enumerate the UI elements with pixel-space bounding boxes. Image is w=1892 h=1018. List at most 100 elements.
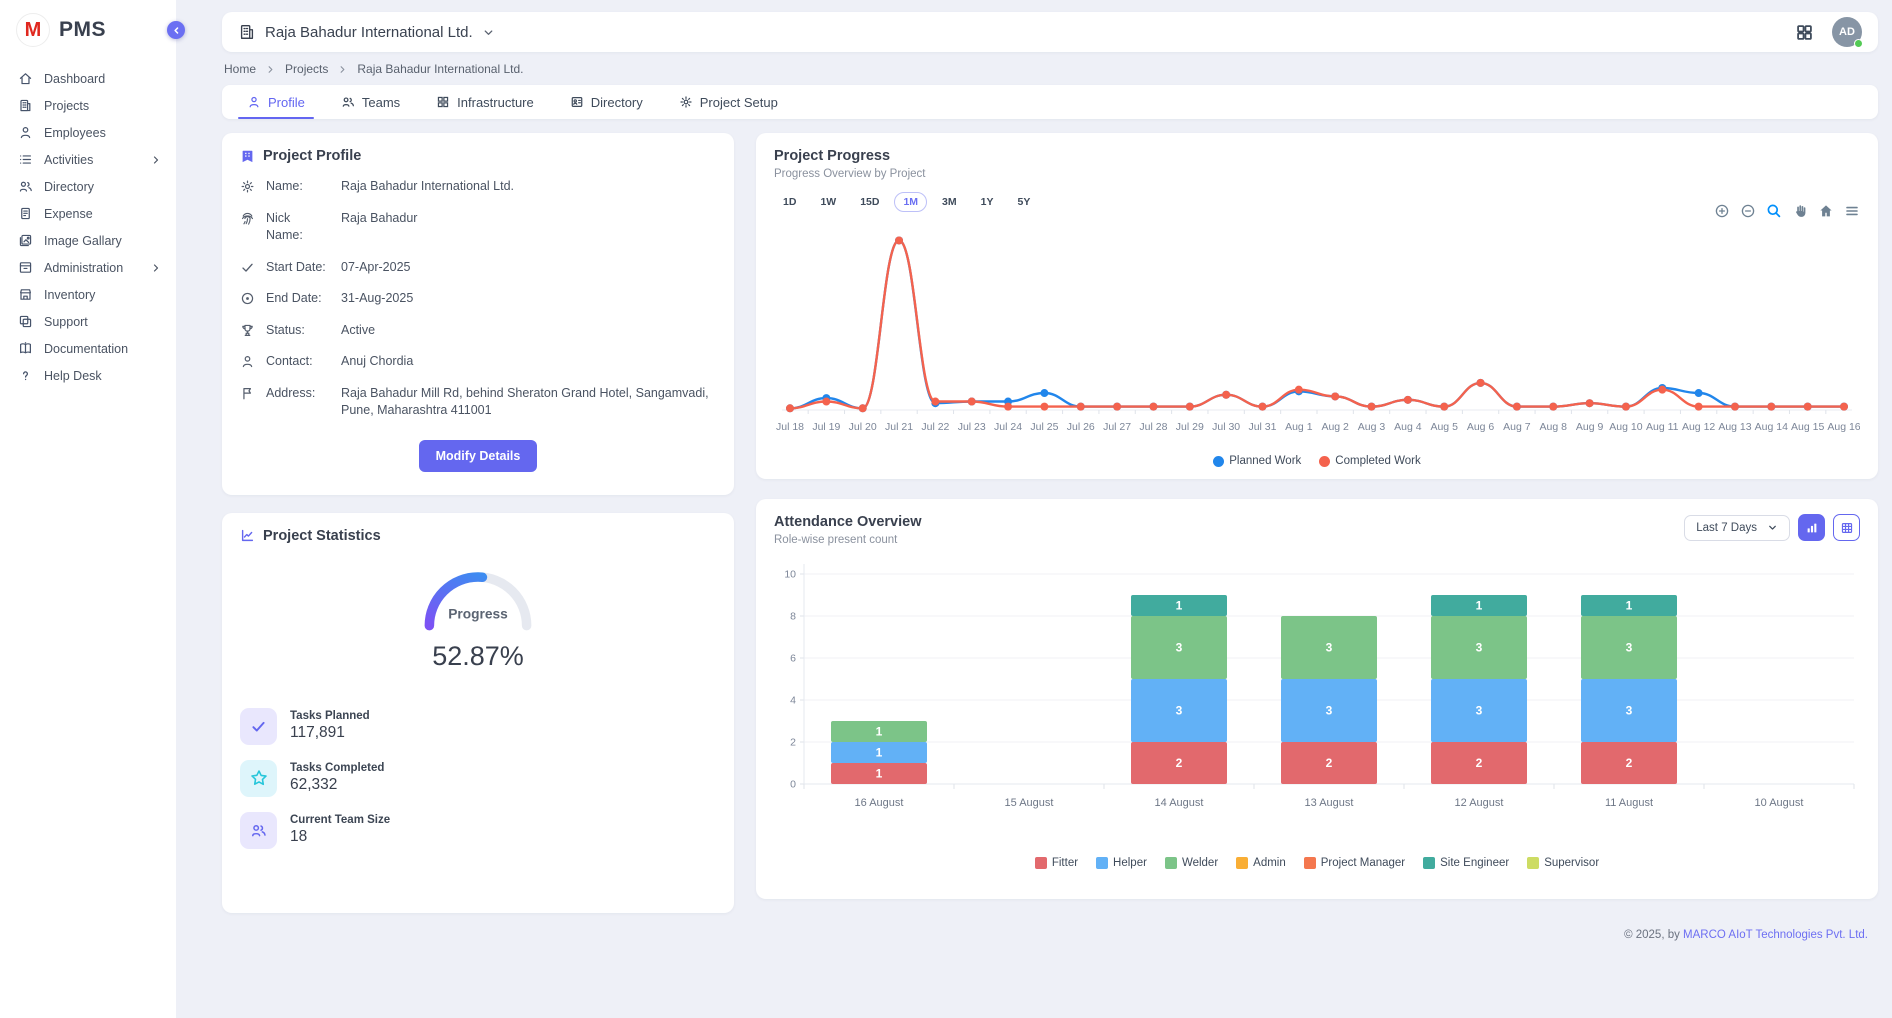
legend-item[interactable]: Project Manager <box>1304 857 1405 869</box>
sidebar-item-documentation[interactable]: Documentation <box>0 335 176 362</box>
svg-text:Jul 25: Jul 25 <box>1030 421 1058 433</box>
breadcrumb-projects[interactable]: Projects <box>285 62 328 76</box>
person-icon <box>247 95 261 109</box>
legend-item[interactable]: Planned Work <box>1213 455 1301 467</box>
svg-text:13 August: 13 August <box>1305 797 1354 809</box>
sidebar-item-label: Documentation <box>44 342 128 356</box>
field-label: Nick Name: <box>266 210 330 245</box>
svg-text:Aug 12: Aug 12 <box>1682 421 1715 433</box>
legend-item[interactable]: Supervisor <box>1527 857 1599 869</box>
profile-field-contact: Contact: Anuj Chordia <box>240 353 716 371</box>
sidebar-collapse-button[interactable] <box>167 21 185 39</box>
sidebar-item-directory[interactable]: Directory <box>0 173 176 200</box>
main-area: Raja Bahadur International Ltd. AD Home … <box>176 0 1892 1018</box>
sidebar-item-label: Directory <box>44 180 94 194</box>
flag-icon <box>240 386 255 401</box>
chevron-left-icon <box>171 25 182 36</box>
attendance-bar-chart[interactable]: 024681011116 August15 August233114 Augus… <box>774 552 1860 853</box>
legend-item[interactable]: Fitter <box>1035 857 1078 869</box>
menu-icon[interactable] <box>1844 203 1860 219</box>
legend-swatch <box>1527 857 1539 869</box>
sidebar-item-employees[interactable]: Employees <box>0 119 176 146</box>
question-icon <box>18 368 33 383</box>
tab-infrastructure[interactable]: Infrastructure <box>423 85 547 119</box>
legend-item[interactable]: Welder <box>1165 857 1218 869</box>
card-title-text: Project Profile <box>263 148 361 164</box>
tab-directory[interactable]: Directory <box>557 85 656 119</box>
svg-text:2: 2 <box>1626 756 1633 770</box>
stat-tasks-completed: Tasks Completed 62,332 <box>240 760 716 797</box>
sidebar-item-label: Help Desk <box>44 369 102 383</box>
tab-profile[interactable]: Profile <box>234 85 318 119</box>
range-15d[interactable]: 15D <box>851 192 888 212</box>
sidebar-item-support[interactable]: Support <box>0 308 176 335</box>
legend-item[interactable]: Admin <box>1236 857 1286 869</box>
logo-m-icon: M <box>16 13 50 47</box>
breadcrumb-home[interactable]: Home <box>224 62 256 76</box>
footer-link[interactable]: MARCO AIoT Technologies Pvt. Ltd. <box>1683 929 1868 941</box>
table-view-button[interactable] <box>1833 514 1860 541</box>
modify-details-button[interactable]: Modify Details <box>419 440 538 472</box>
tab-label: Profile <box>268 95 305 110</box>
line-chart-legend: Planned Work Completed Work <box>774 455 1860 467</box>
zoom-in-icon[interactable] <box>1714 203 1730 219</box>
apps-grid-icon[interactable] <box>1795 23 1814 42</box>
svg-text:2: 2 <box>790 737 796 749</box>
svg-text:1: 1 <box>876 725 883 739</box>
legend-item[interactable]: Helper <box>1096 857 1147 869</box>
sidebar-item-label: Dashboard <box>44 72 105 86</box>
sidebar-item-label: Activities <box>44 153 93 167</box>
company-selector[interactable]: Raja Bahadur International Ltd. <box>238 23 495 41</box>
range-1d[interactable]: 1D <box>774 192 805 212</box>
svg-text:3: 3 <box>1626 641 1633 655</box>
svg-text:14 August: 14 August <box>1155 797 1204 809</box>
chevron-right-icon <box>337 64 348 75</box>
range-1y[interactable]: 1Y <box>972 192 1003 212</box>
project-profile-card: Project Profile Name: Raja Bahadur Inter… <box>222 133 734 495</box>
svg-text:Jul 22: Jul 22 <box>921 421 949 433</box>
bar-chart-view-button[interactable] <box>1798 514 1825 541</box>
profile-field-address: Address: Raja Bahadur Mill Rd, behind Sh… <box>240 385 716 420</box>
svg-text:1: 1 <box>1476 599 1483 613</box>
project-progress-line-chart[interactable]: Jul 18Jul 19Jul 20Jul 21Jul 22Jul 23Jul … <box>774 220 1860 451</box>
zoom-out-icon[interactable] <box>1740 203 1756 219</box>
user-avatar[interactable]: AD <box>1832 17 1862 47</box>
people-icon <box>341 95 355 109</box>
right-column: Project Progress Progress Overview by Pr… <box>756 133 1878 947</box>
legend-label: Planned Work <box>1229 455 1301 467</box>
svg-text:Aug 10: Aug 10 <box>1609 421 1642 433</box>
sidebar-item-projects[interactable]: Projects <box>0 92 176 119</box>
svg-text:Jul 29: Jul 29 <box>1176 421 1204 433</box>
sidebar-item-activities[interactable]: Activities <box>0 146 176 173</box>
app-logo[interactable]: M PMS <box>0 0 176 57</box>
tab-project-setup[interactable]: Project Setup <box>666 85 791 119</box>
card-title-text: Project Statistics <box>263 528 381 544</box>
legend-label: Site Engineer <box>1440 857 1509 869</box>
people-icon <box>18 179 33 194</box>
star-icon <box>240 760 277 797</box>
selection-zoom-icon[interactable] <box>1766 203 1782 219</box>
home-icon[interactable] <box>1818 203 1834 219</box>
pan-icon[interactable] <box>1792 203 1808 219</box>
range-5y[interactable]: 5Y <box>1008 192 1039 212</box>
legend-label: Welder <box>1182 857 1218 869</box>
sidebar-item-expense[interactable]: Expense <box>0 200 176 227</box>
attendance-range-select[interactable]: Last 7 Days <box>1684 515 1790 541</box>
sidebar-item-administration[interactable]: Administration <box>0 254 176 281</box>
range-1w[interactable]: 1W <box>811 192 845 212</box>
legend-swatch <box>1236 857 1248 869</box>
svg-text:2: 2 <box>1326 756 1333 770</box>
field-value: Active <box>341 322 716 340</box>
legend-item[interactable]: Site Engineer <box>1423 857 1509 869</box>
sidebar-item-dashboard[interactable]: Dashboard <box>0 65 176 92</box>
tab-teams[interactable]: Teams <box>328 85 413 119</box>
range-1m[interactable]: 1M <box>894 192 927 212</box>
sidebar-item-help-desk[interactable]: Help Desk <box>0 362 176 389</box>
time-range-selector: 1D 1W 15D 1M 3M 1Y 5Y <box>774 192 1860 212</box>
check-icon <box>240 708 277 745</box>
range-3m[interactable]: 3M <box>933 192 966 212</box>
svg-text:Jul 19: Jul 19 <box>812 421 840 433</box>
legend-item[interactable]: Completed Work <box>1319 455 1420 467</box>
sidebar-item-inventory[interactable]: Inventory <box>0 281 176 308</box>
sidebar-item-image-gallery[interactable]: Image Gallary <box>0 227 176 254</box>
